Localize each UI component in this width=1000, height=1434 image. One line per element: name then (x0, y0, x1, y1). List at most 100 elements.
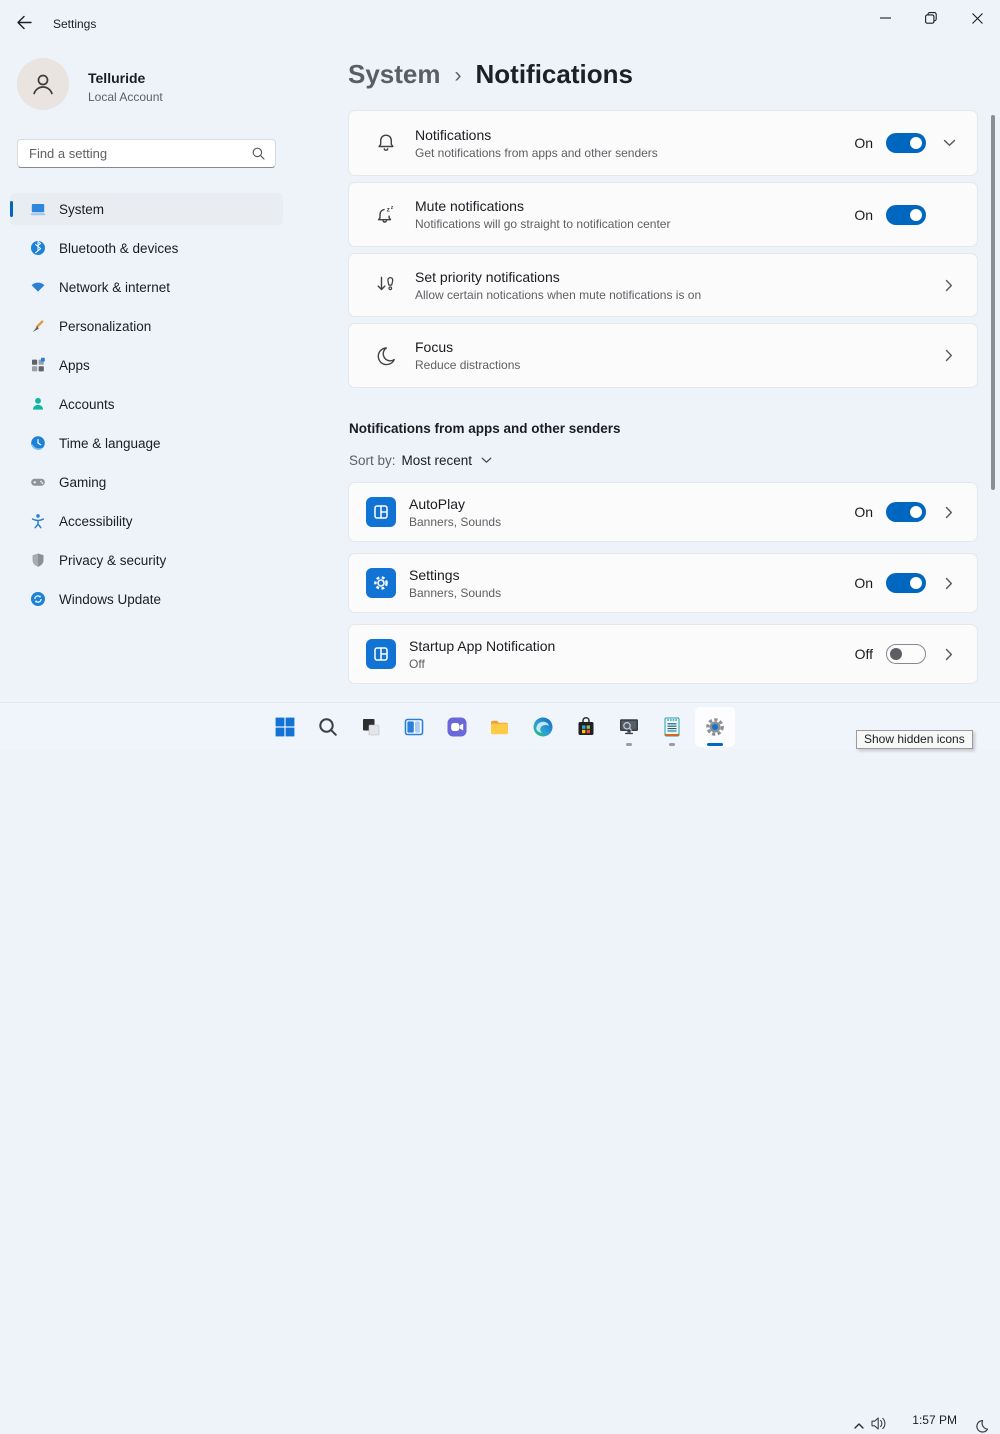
restore-icon (925, 12, 937, 24)
back-button[interactable] (13, 13, 35, 31)
autoplay-toggle[interactable] (886, 502, 926, 522)
sidebar-item-network-internet[interactable]: Network & internet (10, 271, 283, 303)
active-indicator (707, 743, 723, 746)
apps-section-title: Notifications from apps and other sender… (349, 421, 621, 436)
breadcrumb-separator: › (455, 61, 462, 88)
app-row-settings[interactable]: Settings Banners, Sounds On (348, 553, 978, 613)
sidebar-item-privacy-security[interactable]: Privacy & security (10, 544, 283, 576)
toggle-state-label: On (854, 207, 873, 223)
sidebar-item-time-language[interactable]: Time & language (10, 427, 283, 459)
startup-app-notification-toggle[interactable] (886, 644, 926, 664)
running-indicator (626, 743, 632, 746)
sidebar-item-label: Privacy & security (59, 553, 166, 568)
card-subtitle: Notifications will go straight to notifi… (415, 217, 670, 231)
taskbar-snip-app-button[interactable] (351, 707, 391, 747)
sidebar-item-accessibility[interactable]: Accessibility (10, 505, 283, 537)
back-arrow-icon (16, 15, 32, 30)
taskbar-settings-button[interactable] (695, 707, 735, 747)
card-title: Mute notifications (415, 198, 670, 214)
taskbar-file-explorer-button[interactable] (480, 707, 520, 747)
chevron-right-icon (942, 279, 956, 292)
card-title: Set priority notifications (415, 269, 701, 285)
close-icon (972, 13, 983, 24)
mute-notifications-card[interactable]: zz Mute notifications Notifications will… (348, 182, 978, 247)
chevron-right-icon (942, 506, 956, 519)
sidebar-item-label: System (59, 202, 104, 217)
bell-icon (374, 131, 398, 155)
taskbar-widgets-button[interactable] (394, 707, 434, 747)
notifications-toggle[interactable] (886, 133, 926, 153)
taskbar-chat-button[interactable] (437, 707, 477, 747)
toggle-state-label: On (854, 575, 873, 591)
close-button[interactable] (954, 0, 1000, 36)
card-title: Notifications (415, 127, 658, 143)
chevron-down-icon (481, 457, 492, 464)
window-title: Settings (53, 17, 96, 31)
sidebar-item-label: Personalization (59, 319, 151, 334)
system-icon (30, 201, 46, 217)
start-button[interactable] (265, 707, 305, 747)
speaker-icon (870, 1416, 889, 1431)
user-card[interactable] (17, 58, 69, 110)
do-not-disturb-moon-icon[interactable] (974, 1419, 989, 1434)
network-wifi-icon (30, 279, 46, 295)
time-language-icon (30, 435, 46, 451)
privacy-shield-icon (30, 552, 46, 568)
show-hidden-icons-button[interactable] (853, 1421, 865, 1430)
taskbar-notes-button[interactable] (652, 707, 692, 747)
taskbar-store-button[interactable] (566, 707, 606, 747)
sidebar-item-label: Apps (59, 358, 90, 373)
sidebar-item-apps[interactable]: Apps (10, 349, 283, 381)
mute-notifications-toggle[interactable] (886, 205, 926, 225)
accessibility-icon (30, 513, 46, 529)
user-account-type: Local Account (88, 90, 163, 104)
sidebar-item-bluetooth-devices[interactable]: Bluetooth & devices (10, 232, 283, 264)
app-name: Startup App Notification (409, 638, 555, 654)
startup-app-icon (366, 639, 396, 669)
breadcrumb-parent[interactable]: System (348, 59, 441, 90)
taskbar-system-monitor-button[interactable] (609, 707, 649, 747)
sort-control[interactable]: Sort by: Most recent (349, 453, 492, 468)
titlebar: Settings (0, 0, 1000, 40)
chevron-down-icon[interactable] (942, 139, 956, 147)
sidebar-item-system[interactable]: System (10, 193, 283, 225)
app-name: AutoPlay (409, 496, 501, 512)
taskbar-search-button[interactable] (308, 707, 348, 747)
start-icon (273, 715, 297, 739)
sidebar-item-personalization[interactable]: Personalization (10, 310, 283, 342)
search-icon (316, 715, 340, 739)
volume-button[interactable] (870, 1416, 889, 1431)
set-priority-notifications-card[interactable]: Set priority notifications Allow certain… (348, 253, 978, 317)
settings-app-toggle[interactable] (886, 573, 926, 593)
running-indicator (669, 743, 675, 746)
card-subtitle: Allow certain notications when mute noti… (415, 288, 701, 302)
sidebar-item-accounts[interactable]: Accounts (10, 388, 283, 420)
sidebar-item-gaming[interactable]: Gaming (10, 466, 283, 498)
gaming-icon (30, 474, 46, 490)
app-row-autoplay[interactable]: AutoPlay Banners, Sounds On (348, 482, 978, 542)
page-title: Notifications (476, 59, 633, 90)
app-row-startup-app-notification[interactable]: Startup App Notification Off Off (348, 624, 978, 684)
notes-icon (660, 715, 684, 739)
sidebar-item-label: Windows Update (59, 592, 161, 607)
svg-text:z: z (391, 204, 394, 210)
clock[interactable]: 1:57 PM (903, 1413, 957, 1427)
sidebar-item-label: Accounts (59, 397, 115, 412)
settings-search-box[interactable] (17, 139, 276, 168)
search-input[interactable] (18, 146, 252, 161)
restore-button[interactable] (908, 0, 954, 36)
sort-value[interactable]: Most recent (402, 453, 473, 468)
toggle-state-label: Off (855, 646, 873, 662)
sidebar-item-windows-update[interactable]: Windows Update (10, 583, 283, 615)
selected-accent-pill (10, 201, 13, 217)
personalization-icon (30, 318, 46, 334)
minimize-icon (880, 17, 891, 19)
taskbar-edge-button[interactable] (523, 707, 563, 747)
scrollbar[interactable] (991, 115, 995, 490)
sidebar-item-label: Bluetooth & devices (59, 241, 178, 256)
focus-card[interactable]: Focus Reduce distractions (348, 323, 978, 388)
autoplay-icon (366, 497, 396, 527)
minimize-button[interactable] (862, 0, 908, 36)
app-name: Settings (409, 567, 501, 583)
notifications-card[interactable]: Notifications Get notifications from app… (348, 110, 978, 176)
